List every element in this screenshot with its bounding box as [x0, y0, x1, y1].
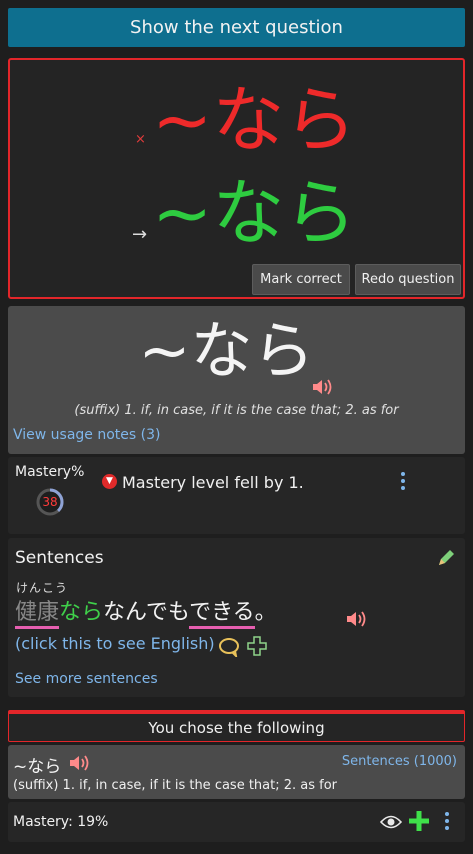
vocab-card: ~なら (suffix) 1. if, in case, if it is th…	[8, 306, 465, 454]
you-chose-header: You chose the following	[8, 710, 465, 742]
mastery-value: 38	[42, 495, 58, 509]
correct-answer: ~なら	[152, 171, 357, 255]
sentences-card: Sentences けんこう 健康ならなんでもできる。 (click this …	[8, 538, 465, 697]
sentences-title: Sentences	[15, 548, 104, 568]
speaker-icon[interactable]	[68, 754, 90, 776]
redo-question-button[interactable]: Redo question	[355, 264, 461, 295]
arrow-right-icon: →	[132, 224, 148, 245]
chosen-word: ~なら	[13, 757, 62, 777]
mastery-fell-message: Mastery level fell by 1.	[122, 473, 304, 492]
add-outline-icon[interactable]	[246, 635, 268, 657]
see-english-link[interactable]: (click this to see English)	[15, 634, 215, 653]
sentence-word-underlined[interactable]: できる	[189, 600, 255, 629]
speech-bubble-icon[interactable]	[218, 637, 240, 657]
vocab-word: ~なら	[138, 314, 315, 387]
arrow-down-circle-icon: ▼	[102, 474, 117, 489]
chosen-meaning: (suffix) 1. if, in case, if it is the ca…	[13, 778, 338, 793]
sentence-target-word: なら	[59, 600, 104, 625]
sentence-word: なんでも	[103, 600, 190, 625]
eye-icon[interactable]	[380, 814, 402, 830]
chosen-mastery-bar: Mastery: 19%	[8, 802, 465, 842]
add-icon[interactable]	[408, 810, 430, 832]
see-more-sentences-link[interactable]: See more sentences	[15, 671, 158, 687]
more-options-icon[interactable]	[444, 812, 450, 833]
vocab-meaning: (suffix) 1. if, in case, if it is the ca…	[74, 403, 399, 418]
chosen-mastery-label: Mastery: 19%	[13, 814, 109, 830]
more-options-icon[interactable]	[400, 472, 406, 493]
sentence-period: 。	[254, 600, 277, 625]
example-sentence: 健康ならなんでもできる。	[15, 596, 277, 630]
show-next-question-button[interactable]: Show the next question	[8, 8, 465, 47]
mark-correct-button[interactable]: Mark correct	[252, 264, 350, 295]
wrong-mark-icon: ×	[135, 132, 146, 147]
user-answer-wrong: ~なら	[152, 78, 357, 162]
sentence-furigana: けんこう	[16, 581, 69, 595]
mastery-label: Mastery%	[15, 464, 85, 480]
view-usage-notes-link[interactable]: View usage notes (3)	[13, 427, 161, 443]
speaker-icon[interactable]	[311, 378, 333, 400]
chosen-vocab-card: ~なら Sentences (1000) (suffix) 1. if, in …	[8, 745, 465, 799]
speaker-icon[interactable]	[345, 610, 367, 632]
sentence-word-kanji[interactable]: 健康	[15, 600, 60, 629]
sentences-count-link[interactable]: Sentences (1000)	[342, 754, 457, 769]
pencil-icon[interactable]	[436, 548, 456, 568]
mastery-card: Mastery% 38 ▼ Mastery level fell by 1.	[8, 457, 465, 534]
answer-panel: × ~なら → ~なら Mark correct Redo question	[8, 58, 465, 299]
